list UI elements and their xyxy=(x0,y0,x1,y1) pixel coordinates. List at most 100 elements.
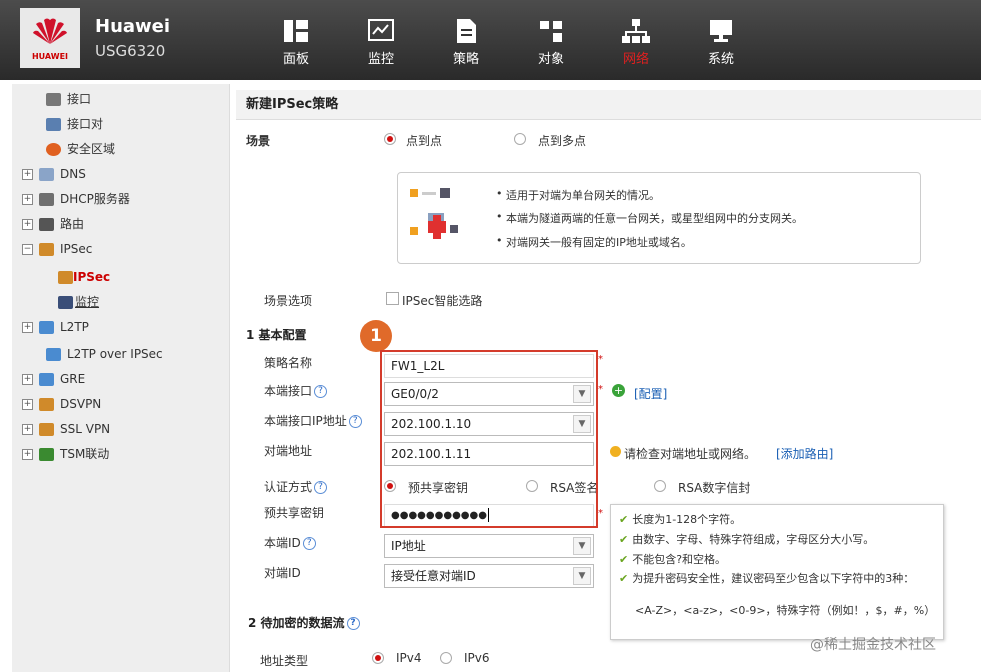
section-basic-config: 1 基本配置 xyxy=(246,328,307,342)
sidebar-item-l2tp[interactable]: + L2TP xyxy=(22,316,89,338)
nav-object[interactable]: 对象 xyxy=(520,14,582,78)
dns-icon xyxy=(39,168,54,181)
warning-icon xyxy=(610,446,621,457)
monitor-icon xyxy=(368,19,394,41)
expand-icon[interactable]: + xyxy=(22,449,33,460)
expand-icon[interactable]: + xyxy=(22,424,33,435)
check-icon: ✔ xyxy=(619,572,629,585)
sidebar-item-interface[interactable]: 接口 xyxy=(46,88,91,110)
label-text: 本端接口IP地址 xyxy=(264,414,347,428)
system-icon xyxy=(710,20,732,42)
collapse-icon[interactable]: − xyxy=(22,244,33,255)
add-icon[interactable]: + xyxy=(612,384,625,397)
huawei-logo: HUAWEI xyxy=(20,8,80,68)
help-icon[interactable]: ? xyxy=(314,481,328,494)
scenario-p2p-radio[interactable] xyxy=(384,133,396,145)
sidebar-item-tsm[interactable]: + TSM联动 xyxy=(22,443,109,465)
nav-policy[interactable]: 策略 xyxy=(435,14,497,78)
sidebar-item-route[interactable]: + 路由 xyxy=(22,213,84,235)
sidebar-item-gre[interactable]: + GRE xyxy=(22,368,85,390)
sidebar-item-dhcp[interactable]: + DHCP服务器 xyxy=(22,188,130,210)
addr-ipv4-radio[interactable] xyxy=(372,652,384,664)
sidebar-item-interface-pair[interactable]: 接口对 xyxy=(46,113,103,135)
nav-monitor[interactable]: 监控 xyxy=(350,14,412,78)
highlight-box xyxy=(380,350,598,528)
sidebar-label: 路由 xyxy=(60,217,85,231)
auth-rsa-envelope-radio[interactable] xyxy=(654,480,666,492)
help-icon[interactable]: ? xyxy=(314,385,328,398)
l2tp-ipsec-icon xyxy=(46,348,61,361)
sidebar-label: 接口对 xyxy=(67,117,104,131)
nav-network[interactable]: 网络 xyxy=(605,14,667,78)
tooltip-line: ✔ 由数字、字母、特殊字符组成，字母区分大小写。 xyxy=(619,531,874,547)
addr-ipv6-radio[interactable] xyxy=(440,652,452,664)
peer-id-label: 对端ID xyxy=(264,566,301,580)
sidebar-item-security-zone[interactable]: 安全区域 xyxy=(46,138,115,160)
config-link[interactable]: [配置] xyxy=(634,385,667,402)
dhcp-icon xyxy=(39,193,54,206)
help-icon[interactable]: ? xyxy=(348,415,362,428)
chevron-down-icon[interactable]: ▼ xyxy=(573,567,591,585)
nav-system[interactable]: 系统 xyxy=(690,14,752,78)
field-value: 接受任意对端ID xyxy=(391,569,476,583)
sidebar-item-dsvpn[interactable]: + DSVPN xyxy=(22,393,101,415)
expand-icon[interactable]: + xyxy=(22,169,33,180)
scenario-p2mp-radio[interactable] xyxy=(514,133,526,145)
sidebar-item-ipsec-group[interactable]: − IPSec xyxy=(22,238,92,260)
check-icon: ✔ xyxy=(619,533,629,546)
policy-name-label: 策略名称 xyxy=(264,356,313,370)
nav-label: 网络 xyxy=(622,52,649,67)
dsvpn-icon xyxy=(39,398,54,411)
tooltip-line: ✔ 不能包含?和空格。 xyxy=(619,551,726,567)
expand-icon[interactable]: + xyxy=(22,322,33,333)
field-value: IP地址 xyxy=(391,539,426,553)
step-badge: 1 xyxy=(360,320,392,352)
tooltip-text: 为提升密码安全性，建议密码至少包含以下字符中的3种： xyxy=(632,572,915,585)
interface-icon xyxy=(46,93,61,106)
scenario-p2p-label: 点到点 xyxy=(406,134,443,148)
sidebar-item-ipsec-policy[interactable]: IPSec xyxy=(58,266,110,288)
sidebar-item-ssl-vpn[interactable]: + SSL VPN xyxy=(22,418,110,440)
required-mark: * xyxy=(598,384,603,395)
help-icon[interactable]: ? xyxy=(346,617,360,630)
tooltip-text: 不能包含?和空格。 xyxy=(632,553,727,566)
sidebar-label: DSVPN xyxy=(60,397,102,411)
local-ip-label: 本端接口IP地址? xyxy=(264,412,362,429)
nav-label: 策略 xyxy=(452,52,479,67)
nav-label: 对象 xyxy=(537,52,564,67)
huawei-flower-icon xyxy=(33,18,67,44)
psk-label: 预共享密钥 xyxy=(264,506,325,520)
add-route-link[interactable]: [添加路由] xyxy=(776,445,833,462)
info-line: 本端为隧道两端的任意一台网关，或星型组网中的分支网关。 xyxy=(496,210,803,226)
nav-dashboard[interactable]: 面板 xyxy=(265,14,327,78)
label-text: 认证方式 xyxy=(264,480,313,494)
sidebar-item-ipsec-monitor[interactable]: 监控 xyxy=(58,291,99,313)
password-tooltip: ✔ 长度为1-128个字符。 ✔ 由数字、字母、特殊字符组成，字母区分大小写。 ✔ 不… xyxy=(610,504,944,640)
tooltip-line: ✔ 为提升密码安全性，建议密码至少包含以下字符中的3种： xyxy=(619,571,935,586)
info-line: 对端网关一般有固定的IP地址或域名。 xyxy=(496,234,692,250)
required-mark: * xyxy=(598,354,603,365)
main-panel: 新建IPSec策略 场景 点到点 点到多点 适用于对端为单台网关的情况。 本端为… xyxy=(236,84,981,672)
local-id-select[interactable]: IP地址 ▼ xyxy=(384,534,594,558)
smart-routing-label: IPSec智能选路 xyxy=(402,294,483,308)
expand-icon[interactable]: + xyxy=(22,399,33,410)
sidebar-label: DNS xyxy=(60,167,86,181)
top-bar: HUAWEI Huawei USG6320 面板 监控 策略 对象 网络 系统 xyxy=(0,0,981,80)
policy-icon xyxy=(457,19,476,43)
smart-routing-checkbox[interactable] xyxy=(386,292,399,305)
sidebar-item-dns[interactable]: + DNS xyxy=(22,163,86,185)
expand-icon[interactable]: + xyxy=(22,374,33,385)
sidebar-label: IPSec xyxy=(73,270,111,284)
expand-icon[interactable]: + xyxy=(22,194,33,205)
expand-icon[interactable]: + xyxy=(22,219,33,230)
help-icon[interactable]: ? xyxy=(302,537,316,550)
local-id-label: 本端ID? xyxy=(264,534,316,551)
peer-address-label: 对端地址 xyxy=(264,444,313,458)
peer-id-select[interactable]: 接受任意对端ID ▼ xyxy=(384,564,594,588)
label-text: 本端ID xyxy=(264,536,301,550)
sidebar-item-l2tp-over-ipsec[interactable]: L2TP over IPSec xyxy=(46,343,163,365)
nav-label: 系统 xyxy=(707,52,734,67)
chevron-down-icon[interactable]: ▼ xyxy=(573,537,591,555)
local-interface-label: 本端接口? xyxy=(264,382,328,399)
required-mark: * xyxy=(598,508,603,519)
